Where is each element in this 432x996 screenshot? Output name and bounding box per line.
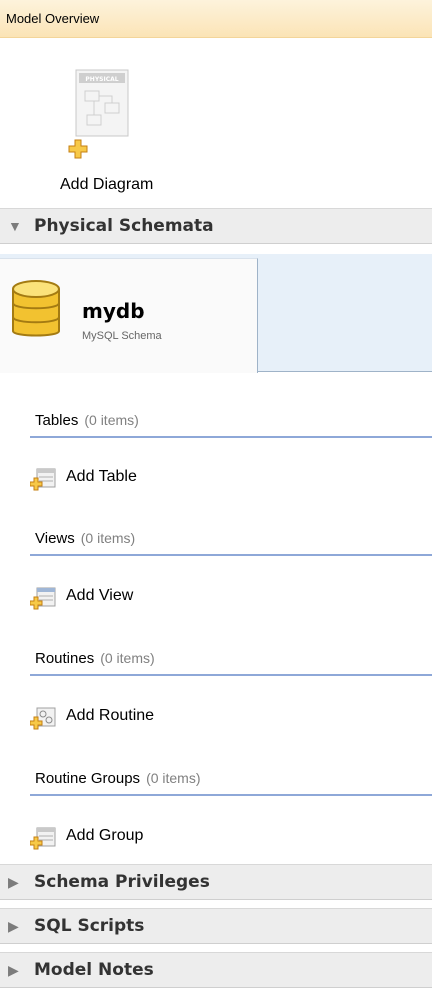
diagram-document-icon: PHYSICAL (75, 69, 129, 137)
expanded-arrow-icon: ▼ (8, 218, 22, 234)
group-title: Routines (35, 650, 95, 667)
add-routine-label: Add Routine (66, 707, 155, 724)
add-table-label: Add Table (66, 468, 137, 485)
model-overview-title: Model Overview (6, 11, 100, 26)
group-header-tables: Tables (0 items) (30, 406, 432, 438)
section-schema-privileges[interactable]: ▶ Schema Privileges (0, 864, 432, 900)
section-label: SQL Scripts (34, 916, 145, 936)
section-model-notes[interactable]: ▶ Model Notes (0, 952, 432, 988)
diagram-doc-tag: PHYSICAL (85, 76, 118, 83)
add-table-button[interactable]: Add Table (30, 463, 330, 493)
add-group-icon (30, 827, 56, 850)
group-title: Routine Groups (35, 770, 141, 787)
add-routine-button[interactable]: Add Routine (30, 702, 330, 732)
schema-tab-mydb[interactable]: mydb MySQL Schema (0, 258, 258, 373)
collapsed-arrow-icon: ▶ (8, 962, 19, 978)
schema-tab-bar: mydb MySQL Schema (0, 254, 432, 373)
section-label: Schema Privileges (34, 872, 210, 892)
plus-icon (68, 139, 88, 159)
add-table-icon (30, 468, 56, 491)
database-icon (12, 280, 60, 337)
collapsed-arrow-icon: ▶ (8, 918, 19, 934)
model-overview-header: Model Overview (0, 0, 432, 38)
group-title: Tables (35, 412, 79, 429)
group-header-routine-groups: Routine Groups (0 items) (30, 764, 432, 796)
section-sql-scripts[interactable]: ▶ SQL Scripts (0, 908, 432, 944)
section-label: Model Notes (34, 960, 154, 980)
add-diagram-label: Add Diagram (60, 176, 154, 193)
add-view-button[interactable]: Add View (30, 582, 330, 612)
schema-type: MySQL Schema (82, 330, 162, 342)
group-header-routines: Routines (0 items) (30, 644, 432, 676)
group-title: Views (35, 530, 75, 547)
add-group-button[interactable]: Add Group (30, 822, 330, 852)
add-view-label: Add View (66, 587, 134, 604)
collapsed-arrow-icon: ▶ (8, 874, 19, 890)
section-physical-schemata[interactable]: ▼ Physical Schemata (0, 208, 432, 244)
add-routine-icon (30, 707, 56, 730)
group-count: (0 items) (84, 412, 139, 428)
add-view-icon (30, 587, 56, 610)
group-count: (0 items) (100, 650, 155, 666)
add-diagram-button[interactable]: PHYSICAL Add Diagram (50, 57, 170, 197)
schema-name: mydb (82, 299, 145, 323)
section-label: Physical Schemata (34, 216, 214, 236)
add-group-label: Add Group (66, 827, 144, 844)
group-header-views: Views (0 items) (30, 524, 432, 556)
group-count: (0 items) (146, 770, 201, 786)
group-count: (0 items) (80, 530, 136, 546)
